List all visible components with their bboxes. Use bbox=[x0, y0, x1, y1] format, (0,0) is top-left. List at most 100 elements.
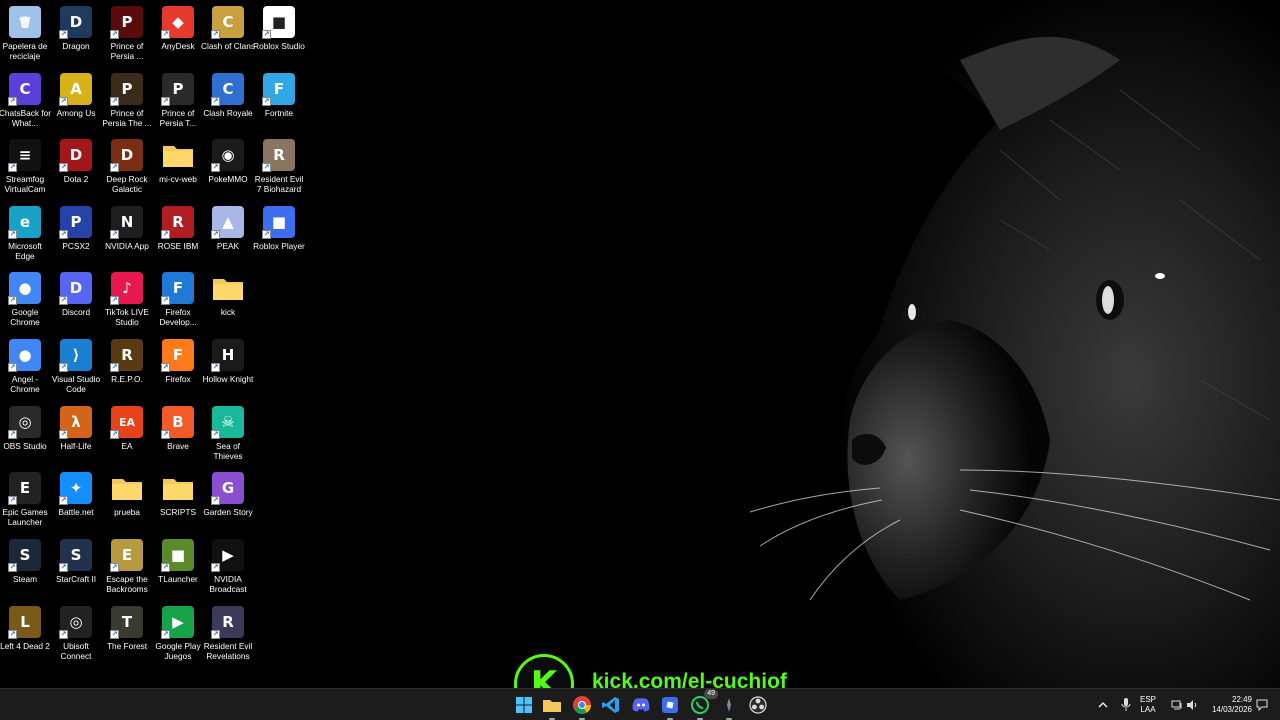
taskbar-file-explorer[interactable] bbox=[541, 694, 563, 720]
desktop-icon-repo[interactable]: R ↗ R.E.P.O. bbox=[102, 335, 152, 399]
desktop-icon-discord[interactable]: D ↗ Discord bbox=[51, 268, 101, 332]
desktop-icon-edge[interactable]: e ↗ Microsoft Edge bbox=[0, 202, 50, 266]
show-hidden-icons-button[interactable] bbox=[1098, 689, 1108, 720]
shortcut-arrow-icon: ↗ bbox=[8, 296, 17, 305]
desktop-icon-tlauncher[interactable]: ■ ↗ TLauncher bbox=[153, 535, 203, 599]
desktop-icon-among-us[interactable]: A ↗ Among Us bbox=[51, 69, 101, 133]
pokemmo-icon: ◉ ↗ bbox=[211, 139, 244, 172]
microphone-tray-button[interactable] bbox=[1121, 689, 1131, 720]
shortcut-arrow-icon: ↗ bbox=[262, 230, 271, 239]
desktop-icon-label: Prince of Persia The ... bbox=[102, 108, 152, 128]
start-button[interactable] bbox=[513, 694, 535, 716]
desktop-icon-resident-evil-revelations[interactable]: R ↗ Resident Evil Revelations bbox=[203, 602, 253, 666]
shortcut-arrow-icon: ↗ bbox=[59, 430, 68, 439]
desktop-icon-streamfog[interactable]: ≡ ↗ Streamfog VirtualCam bbox=[0, 135, 50, 199]
half-life-icon: λ ↗ bbox=[59, 406, 92, 439]
taskbar-discord[interactable] bbox=[630, 694, 652, 716]
desktop-icon-sea-of-thieves[interactable]: ☠ ↗ Sea of Thieves bbox=[203, 402, 253, 466]
volume-tray-button[interactable] bbox=[1186, 689, 1198, 720]
taskbar-whatsapp[interactable]: 49 bbox=[689, 689, 718, 720]
desktop-icon-angel-chrome[interactable]: ● ↗ Angel - Chrome bbox=[0, 335, 50, 399]
desktop-icon-brave[interactable]: B ↗ Brave bbox=[153, 402, 203, 466]
desktop-icon-chatsback[interactable]: C ↗ ChatsBack for What... bbox=[0, 69, 51, 133]
shortcut-arrow-icon: ↗ bbox=[161, 563, 170, 572]
desktop-icon-starcraft2[interactable]: S ↗ StarCraft II bbox=[51, 535, 101, 599]
desktop-icon-nvidia-broadcast[interactable]: ▶ ↗ NVIDIA Broadcast bbox=[203, 535, 253, 599]
dota2-icon: D ↗ bbox=[59, 139, 92, 172]
desktop-icon-label: kick bbox=[220, 307, 236, 317]
clock[interactable]: 22:49 14/03/2026 bbox=[1208, 689, 1252, 720]
desktop-icon-resident-evil-7[interactable]: R ↗ Resident Evil 7 Biohazard bbox=[254, 135, 304, 199]
desktop-icon-roblox-player[interactable]: ■ ↗ Roblox Player bbox=[253, 202, 305, 266]
vscode-icon: ⟩ ↗ bbox=[59, 339, 92, 372]
desktop-icon-pokemmo[interactable]: ◉ ↗ PokeMMO bbox=[203, 135, 253, 199]
desktop-icon-left4dead2[interactable]: L ↗ Left 4 Dead 2 bbox=[0, 602, 50, 666]
resident-evil-7-icon: R ↗ bbox=[262, 139, 295, 172]
desktop-icon-label: Half-Life bbox=[60, 441, 92, 451]
desktop-icon-firefox[interactable]: F ↗ Firefox bbox=[153, 335, 203, 399]
desktop-icon-battlenet[interactable]: ✦ ↗ Battle.net bbox=[51, 468, 101, 532]
desktop-icon-label: Fortnite bbox=[264, 108, 294, 118]
brave-icon: B ↗ bbox=[161, 406, 194, 439]
app-icon bbox=[727, 698, 731, 712]
desktop-icon-rose-ibm[interactable]: R ↗ ROSE IBM bbox=[153, 202, 203, 266]
desktop-icon-ubisoft[interactable]: ◎ ↗ Ubisoft Connect bbox=[51, 602, 101, 666]
desktop-icon-steam[interactable]: S ↗ Steam bbox=[0, 535, 50, 599]
repo-icon: R ↗ bbox=[110, 339, 143, 372]
desktop-icon-folder[interactable]: mi-cv-web bbox=[153, 135, 203, 199]
desktop-icon-pcsx2[interactable]: P ↗ PCSX2 bbox=[51, 202, 101, 266]
desktop-icon-folder[interactable]: prueba bbox=[102, 468, 152, 532]
taskbar-roblox[interactable] bbox=[659, 694, 681, 720]
desktop-icon-peak[interactable]: ▲ ↗ PEAK bbox=[203, 202, 253, 266]
desktop-icon-vscode[interactable]: ⟩ ↗ Visual Studio Code bbox=[51, 335, 101, 399]
language-indicator[interactable]: ESP LAA bbox=[1140, 689, 1156, 720]
desktop-icon-dota2[interactable]: D ↗ Dota 2 bbox=[51, 135, 101, 199]
desktop-icon-chrome[interactable]: ● ↗ Google Chrome bbox=[0, 268, 50, 332]
desktop-icon-garden-story[interactable]: G ↗ Garden Story bbox=[203, 468, 253, 532]
desktop-icon-google-play-games[interactable]: ▶ ↗ Google Play Juegos bbox=[153, 602, 203, 666]
desktop-icon-label: Resident Evil 7 Biohazard bbox=[254, 174, 304, 194]
network-tray-button[interactable] bbox=[1171, 689, 1183, 720]
desktop-icon-hollow-knight[interactable]: H ↗ Hollow Knight bbox=[203, 335, 253, 399]
desktop-icon-folder[interactable]: SCRIPTS bbox=[153, 468, 203, 532]
desktop-icon-clash-of-clans[interactable]: C ↗ Clash of Clans bbox=[201, 2, 255, 66]
taskbar-streamfog[interactable] bbox=[718, 694, 740, 720]
desktop-icon-the-forest[interactable]: T ↗ The Forest bbox=[102, 602, 152, 666]
microphone-icon bbox=[1121, 698, 1131, 711]
desktop-icon-roblox-studio[interactable]: ■ ↗ Roblox Studio bbox=[253, 2, 305, 66]
desktop-icon-firefox-developer[interactable]: F ↗ Firefox Develop... bbox=[153, 268, 203, 332]
desktop-icon-deep-rock-galactic[interactable]: D ↗ Deep Rock Galactic bbox=[102, 135, 152, 199]
desktop-icon-label: Deep Rock Galactic bbox=[106, 174, 148, 194]
firefox-developer-icon: F ↗ bbox=[161, 272, 194, 305]
desktop-icon-dragon[interactable]: D ↗ Dragon bbox=[51, 2, 101, 66]
desktop-icon-epic-games[interactable]: E ↗ Epic Games Launcher bbox=[0, 468, 50, 532]
desktop-icon-nvidia-app[interactable]: N ↗ NVIDIA App bbox=[102, 202, 152, 266]
desktop-icon-clash-royale[interactable]: C ↗ Clash Royale bbox=[203, 69, 253, 133]
desktop-icon-fortnite[interactable]: F ↗ Fortnite bbox=[254, 69, 304, 133]
resident-evil-revelations-icon: R ↗ bbox=[211, 606, 244, 639]
desktop-icon-label: StarCraft II bbox=[55, 574, 97, 584]
chevron-up-icon bbox=[1098, 702, 1108, 708]
taskbar-obs[interactable] bbox=[747, 694, 769, 716]
taskbar-chrome[interactable] bbox=[571, 694, 593, 720]
desktop-icon-tiktok-live[interactable]: ♪ ↗ TikTok LIVE Studio bbox=[102, 268, 152, 332]
desktop-icon-prince-of-persia[interactable]: P ↗ Prince of Persia ... bbox=[102, 2, 152, 66]
desktop-icon-anydesk[interactable]: ◆ ↗ AnyDesk bbox=[153, 2, 203, 66]
desktop-icon-ea[interactable]: EA ↗ EA bbox=[102, 402, 152, 466]
desktop-icon-half-life[interactable]: λ ↗ Half-Life bbox=[51, 402, 101, 466]
desktop-icon-folder[interactable]: kick bbox=[203, 268, 253, 332]
desktop-icon-prince-of-persia-t[interactable]: P ↗ Prince of Persia T... bbox=[153, 69, 203, 133]
prince-of-persia-sands-icon: P ↗ bbox=[110, 73, 143, 106]
desktop-icon-label: Resident Evil Revelations bbox=[203, 641, 253, 661]
firefox-icon: F ↗ bbox=[161, 339, 194, 372]
clash-of-clans-icon: C ↗ bbox=[211, 6, 244, 39]
notifications-button[interactable] bbox=[1256, 689, 1268, 720]
desktop-icon-prince-of-persia-sands[interactable]: P ↗ Prince of Persia The ... bbox=[102, 69, 152, 133]
desktop-icon-obs[interactable]: ◎ ↗ OBS Studio bbox=[0, 402, 50, 466]
desktop-icon-escape-backrooms[interactable]: E ↗ Escape the Backrooms bbox=[102, 535, 152, 599]
left4dead2-icon: L ↗ bbox=[8, 606, 41, 639]
clash-royale-icon: C ↗ bbox=[211, 73, 244, 106]
desktop-icon-recycle-bin[interactable]: 🗑 Papelera de reciclaje bbox=[0, 2, 50, 66]
taskbar-vscode[interactable] bbox=[600, 694, 622, 716]
desktop-icon-label: Clash of Clans bbox=[201, 41, 255, 51]
